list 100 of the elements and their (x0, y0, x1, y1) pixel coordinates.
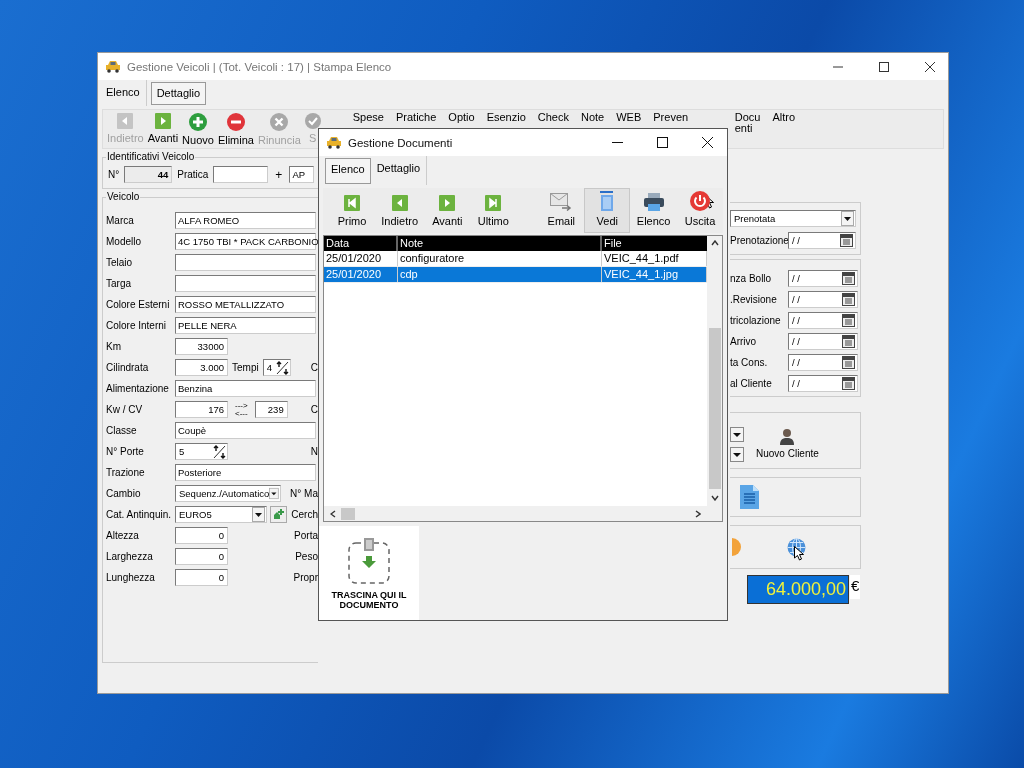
field-label: N° Ma (290, 488, 318, 499)
table-cell: 25/01/2020 (324, 267, 398, 282)
scroll-thumb[interactable] (708, 328, 721, 489)
scroll-left-icon[interactable] (330, 509, 336, 518)
text-field[interactable]: Coupè (175, 422, 316, 439)
suffix-field[interactable]: AP (289, 166, 315, 183)
number-field[interactable]: 44 (124, 166, 173, 183)
calendar-icon[interactable] (842, 377, 855, 390)
date-field[interactable]: / / (788, 354, 858, 371)
status-dropdown[interactable]: Prenotata (730, 210, 856, 227)
number-field[interactable]: 0 (175, 548, 228, 565)
convert-arrow[interactable]: ---> (235, 401, 248, 410)
toolbar-button[interactable]: Preven (653, 110, 689, 123)
price-field[interactable]: 64.000,00 (747, 575, 849, 604)
plus-sign: + (275, 167, 283, 182)
field-label: Altezza (105, 530, 140, 541)
text-field[interactable]: PELLE NERA (175, 317, 316, 334)
number-field[interactable]: 0 (175, 527, 228, 544)
field-label: Lunghezza (105, 572, 156, 583)
toolbar-button[interactable]: Nuovo (182, 110, 214, 146)
file-field[interactable] (213, 166, 269, 183)
drop-zone-icon[interactable] (348, 538, 390, 584)
date-field[interactable]: / / (788, 291, 858, 308)
close-icon[interactable] (702, 137, 713, 148)
scroll-down-icon[interactable] (710, 495, 719, 501)
tab[interactable]: Elenco (100, 80, 147, 106)
calendar-icon[interactable] (840, 234, 853, 247)
toolbar-button[interactable]: Optio (448, 110, 475, 123)
vertical-scrollbar[interactable] (707, 236, 722, 521)
toolbar-button[interactable]: Elenco (630, 188, 677, 233)
calendar-icon[interactable] (842, 293, 855, 306)
close-icon[interactable] (925, 61, 935, 72)
scroll-right-icon[interactable] (695, 509, 701, 518)
field-label: Larghezza (105, 551, 154, 562)
toolbar-button[interactable]: Note (580, 110, 605, 123)
tab[interactable]: Elenco (325, 158, 371, 184)
column-header[interactable]: File (602, 236, 707, 251)
toolbar-button[interactable]: Docu enti (734, 110, 761, 134)
date-field[interactable]: / / (788, 270, 858, 287)
number-field[interactable]: 33000 (175, 338, 228, 355)
field-label: Colore Esterni (105, 299, 171, 310)
dropdown-field[interactable]: Sequenz./Automatico (175, 485, 281, 502)
calendar-icon[interactable] (842, 314, 855, 327)
calendar-icon[interactable] (842, 356, 855, 369)
maximize-icon[interactable] (657, 137, 668, 148)
maximize-icon[interactable] (879, 61, 889, 72)
toolbar-button[interactable]: Esenzio (486, 110, 526, 123)
date-field[interactable]: / / (788, 333, 858, 350)
new-client-button[interactable]: Nuovo Cliente (756, 428, 819, 459)
field-label: Prenotazione (730, 235, 788, 246)
toolbar-button[interactable]: Avanti (424, 188, 471, 233)
toolbar-button[interactable]: Ultimo (470, 188, 517, 233)
column-header[interactable]: Data (324, 236, 398, 251)
dropdown-field[interactable]: EURO5 (175, 506, 267, 523)
text-field[interactable] (175, 275, 316, 292)
horizontal-scrollbar[interactable] (324, 506, 707, 521)
toolbar-button[interactable]: Elimina (217, 110, 254, 146)
toolbar-button[interactable]: Indietro (375, 188, 425, 233)
number-field[interactable]: 176 (175, 401, 228, 418)
toolbar-button[interactable]: WEB (616, 110, 642, 123)
toolbar-button[interactable]: Spese (352, 110, 384, 123)
field-label: Arrivo (730, 336, 758, 347)
column-header[interactable]: Note (398, 236, 602, 251)
text-field[interactable]: Benzina (175, 380, 316, 397)
convert-arrow[interactable]: <--- (235, 409, 248, 418)
calendar-icon[interactable] (842, 335, 855, 348)
toolbar-button[interactable]: Primo (329, 188, 375, 233)
text-field[interactable] (175, 254, 316, 271)
date-field[interactable]: / / (788, 375, 858, 392)
document-list-icon[interactable] (740, 485, 759, 509)
number-field[interactable]: 3.000 (175, 359, 228, 376)
toolbar-button[interactable]: Email (538, 188, 585, 233)
field-label: ta Cons. (730, 357, 769, 368)
number-field[interactable]: 0 (175, 569, 228, 586)
field-label: Classe (105, 425, 138, 436)
table-row[interactable]: 25/01/2020 cdp VEIC_44_1.jpg (324, 267, 707, 283)
toolbar-button[interactable]: Pratiche (395, 110, 437, 123)
toolbar-button[interactable]: Check (537, 110, 569, 123)
spinner-field[interactable]: 5 (175, 443, 228, 460)
tab[interactable]: Dettaglio (150, 82, 207, 105)
toolbar-button[interactable]: Avanti (147, 110, 179, 144)
number-field[interactable]: 239 (254, 401, 288, 418)
text-field[interactable]: Posteriore (175, 464, 316, 481)
add-item-icon[interactable] (270, 506, 287, 523)
calendar-icon[interactable] (842, 272, 855, 285)
text-field[interactable]: ALFA ROMEO (175, 212, 316, 229)
person-icon (779, 428, 796, 445)
toolbar-button[interactable]: Uscita (677, 188, 723, 233)
mouse-pointer-icon (794, 545, 804, 561)
text-field[interactable]: 4C 1750 TBI * PACK CARBONIO (175, 233, 316, 250)
scroll-thumb[interactable] (341, 507, 355, 520)
field-label: Pratica (177, 169, 209, 180)
tab[interactable]: Dettaglio (370, 156, 428, 185)
scroll-up-icon[interactable] (710, 240, 719, 246)
date-field[interactable]: / / (788, 232, 856, 249)
spinner-field[interactable]: 4 (262, 359, 291, 376)
text-field[interactable]: ROSSO METALLIZZATO (175, 296, 316, 313)
toolbar-button[interactable]: Altro (772, 110, 795, 123)
date-field[interactable]: / / (788, 312, 858, 329)
field-label: Propr (293, 572, 318, 583)
